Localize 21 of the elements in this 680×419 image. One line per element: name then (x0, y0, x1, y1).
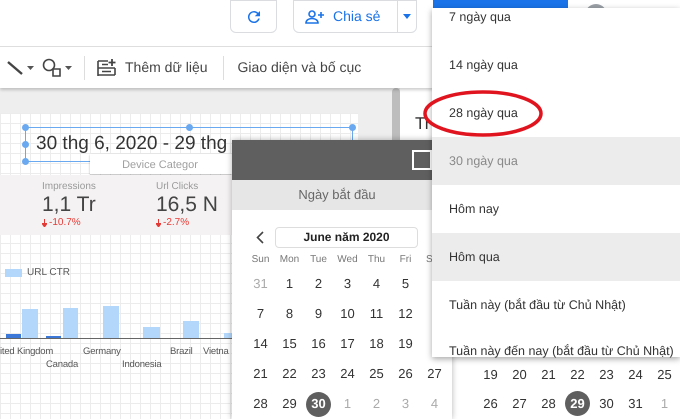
metric-label: Impressions (42, 181, 96, 193)
weekday-label: Wed (337, 253, 358, 266)
weekday-label: Fri (400, 253, 412, 266)
weekday-label: Mon (280, 253, 300, 266)
weekday-label: Thu (368, 253, 386, 266)
metric-change: -10.7% (49, 217, 81, 229)
axis-label: ited Kingdom (0, 345, 54, 359)
weekday-label: Tue (310, 253, 327, 266)
weekday-label: Sun (252, 253, 270, 266)
axis-label: Canada (46, 358, 78, 372)
date-range-text: 30 thg 6, 2020 - 29 thg (36, 132, 228, 156)
axis-label: Germany (83, 345, 121, 359)
axis-label: Indonesia (122, 358, 162, 372)
metric-change: -2.7% (163, 217, 190, 229)
weekday-label: S (426, 253, 433, 266)
metric-value: 1,1 Tr (42, 193, 96, 217)
axis-label: Brazil (170, 345, 193, 359)
metric-value: 16,5 N (156, 193, 218, 217)
axis-label: Vietna (203, 345, 229, 359)
metric-label: Url Clicks (156, 181, 198, 193)
legend-label: URL CTR (27, 266, 70, 280)
